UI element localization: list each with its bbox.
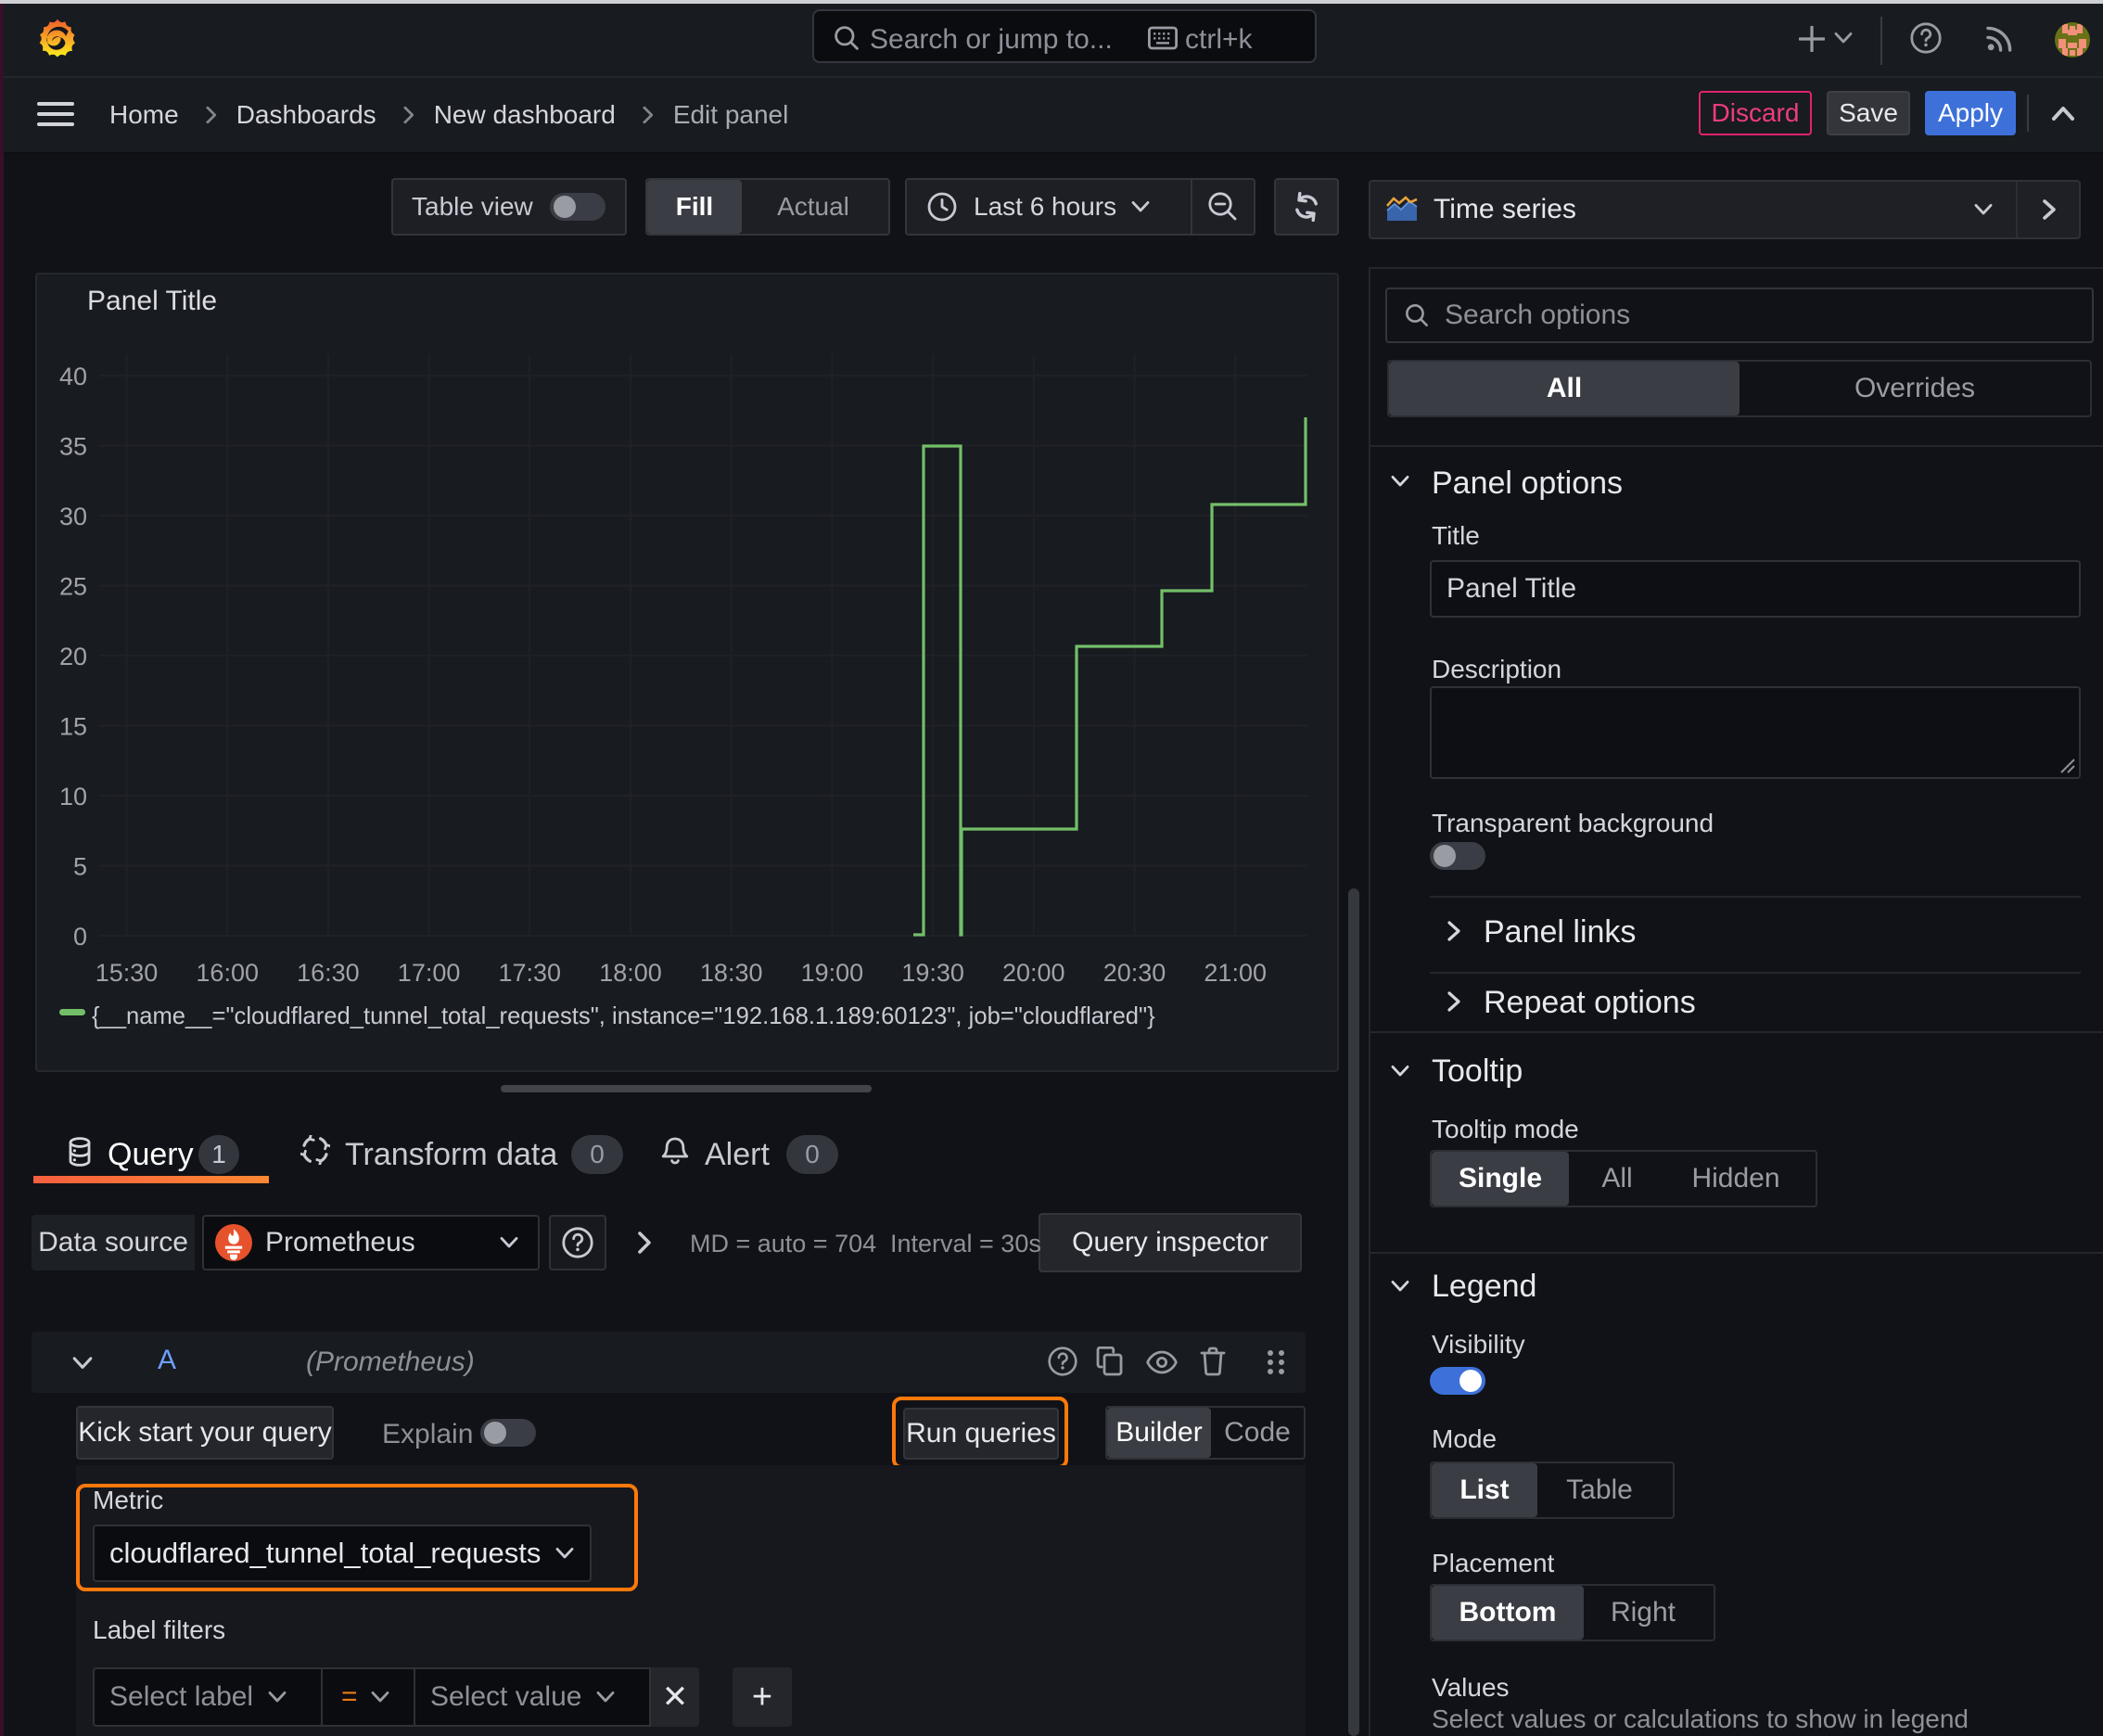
svg-text:18:30: 18:30 — [700, 959, 763, 987]
svg-text:0: 0 — [73, 923, 87, 951]
svg-text:21:00: 21:00 — [1204, 959, 1267, 987]
svg-text:30: 30 — [59, 503, 87, 530]
svg-text:17:00: 17:00 — [398, 959, 461, 987]
svg-text:16:30: 16:30 — [297, 959, 360, 987]
svg-text:19:00: 19:00 — [801, 959, 864, 987]
svg-text:25: 25 — [59, 573, 87, 601]
svg-text:40: 40 — [59, 363, 87, 390]
svg-text:35: 35 — [59, 433, 87, 461]
svg-text:17:30: 17:30 — [499, 959, 562, 987]
svg-text:20:30: 20:30 — [1103, 959, 1166, 987]
svg-text:10: 10 — [59, 783, 87, 811]
svg-text:{__name__="cloudflared_tunnel_: {__name__="cloudflared_tunnel_total_requ… — [92, 1003, 1155, 1029]
svg-text:18:00: 18:00 — [599, 959, 662, 987]
svg-text:15:30: 15:30 — [96, 959, 159, 987]
svg-text:20: 20 — [59, 643, 87, 670]
svg-text:20:00: 20:00 — [1002, 959, 1065, 987]
svg-text:15: 15 — [59, 713, 87, 741]
svg-text:19:30: 19:30 — [901, 959, 964, 987]
svg-text:16:00: 16:00 — [196, 959, 259, 987]
svg-text:5: 5 — [73, 853, 87, 881]
